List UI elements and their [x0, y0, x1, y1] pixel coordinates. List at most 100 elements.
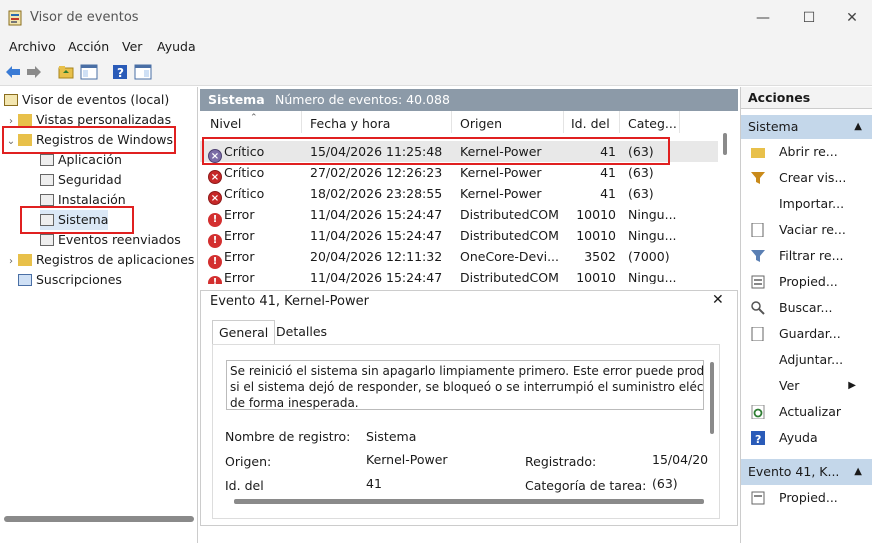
tab-label: General	[219, 325, 269, 340]
show-hide-actions-icon[interactable]	[134, 63, 152, 81]
log-header: Sistema Número de eventos: 40.088	[200, 89, 738, 111]
table-row[interactable]: ! Error 20/04/2026 12:11:32 OneCore-Devi.…	[200, 246, 718, 269]
help-icon: ?	[751, 431, 765, 445]
menu-archivo[interactable]: Archivo	[9, 39, 56, 54]
col-fecha[interactable]: Fecha y hora	[302, 111, 452, 133]
action-label: Ver	[779, 378, 800, 393]
action-label: Buscar...	[779, 300, 833, 315]
action-adjuntar[interactable]: Adjuntar...	[741, 347, 872, 373]
close-button[interactable]: ✕	[832, 0, 872, 36]
col-label: Origen	[460, 116, 502, 131]
action-buscar[interactable]: Buscar...	[741, 295, 872, 321]
table-row[interactable]: ! Error 11/04/2026 15:24:47 DistributedCO…	[200, 225, 718, 248]
action-ver[interactable]: Ver ▶	[741, 373, 872, 399]
cell-id: 10010	[576, 207, 616, 222]
actions-title: Acciones	[741, 87, 872, 109]
action-crear-vista[interactable]: Crear vis...	[741, 165, 872, 191]
detail-scroll-thumb[interactable]	[710, 362, 714, 434]
source-value: Kernel-Power	[366, 452, 448, 467]
scroll-thumb[interactable]	[723, 133, 727, 155]
grid-vscrollbar[interactable]	[718, 111, 738, 284]
tree-root[interactable]: Visor de eventos (local)	[4, 90, 169, 110]
menu-accion[interactable]: Acción	[68, 39, 109, 54]
tree-app-logs[interactable]: › Registros de aplicaciones	[4, 250, 194, 270]
tree-item-seguridad[interactable]: Seguridad	[40, 170, 122, 190]
action-filtrar[interactable]: Filtrar re...	[741, 243, 872, 269]
table-row[interactable]: ! Error 11/04/2026 15:24:47 DistributedCO…	[200, 267, 718, 284]
tree-hscrollbar[interactable]	[4, 516, 194, 522]
back-arrow-icon[interactable]	[4, 63, 22, 81]
action-label: Crear vis...	[779, 170, 847, 185]
folder-up-icon[interactable]	[57, 63, 75, 81]
col-origen[interactable]: Origen	[452, 111, 564, 133]
collapse-icon[interactable]: ▲	[854, 459, 862, 485]
folder-icon	[18, 254, 32, 266]
cell-id: 10010	[576, 270, 616, 284]
action-abrir[interactable]: Abrir re...	[741, 139, 872, 165]
cell-date: 27/02/2026 12:26:23	[310, 165, 443, 180]
open-folder-icon	[751, 148, 765, 158]
menu-ayuda[interactable]: Ayuda	[157, 39, 196, 54]
log-name-value: Sistema	[366, 429, 417, 444]
show-hide-tree-icon[interactable]	[80, 63, 98, 81]
table-row[interactable]: × Crítico 27/02/2026 12:26:23 Kernel-Powe…	[200, 162, 718, 184]
detail-hscrollbar[interactable]	[234, 499, 704, 504]
tree-subscriptions[interactable]: Suscripciones	[4, 270, 122, 290]
critical-icon: ×	[208, 170, 222, 184]
event-detail-title: Evento 41, Kernel-Power	[210, 294, 369, 309]
cell-level: Error	[224, 270, 255, 284]
log-icon	[40, 234, 54, 246]
action-label: Guardar...	[779, 326, 841, 341]
message-line: Se reinició el sistema sin apagarlo limp…	[230, 364, 704, 378]
cell-date: 11/04/2026 15:24:47	[310, 270, 443, 284]
action-actualizar[interactable]: Actualizar	[741, 399, 872, 425]
event-viewer-icon	[4, 94, 18, 106]
section-label: Evento 41, K...	[748, 464, 840, 479]
tab-general[interactable]: General	[212, 320, 276, 344]
tab-detalles[interactable]: Detalles	[270, 320, 333, 344]
action-propiedades[interactable]: Propied...	[741, 269, 872, 295]
action-importar[interactable]: Importar...	[741, 191, 872, 217]
col-id[interactable]: Id. del ...	[564, 111, 620, 157]
cell-source: Kernel-Power	[460, 165, 542, 180]
col-categoria[interactable]: Categ...	[620, 111, 680, 133]
action-guardar[interactable]: Guardar...	[741, 321, 872, 347]
tree-custom-label: Vistas personalizadas	[36, 112, 172, 127]
recorded-value: 15/04/20	[652, 452, 709, 467]
cell-id: 41	[600, 165, 616, 180]
collapse-icon[interactable]: ▲	[854, 115, 862, 139]
table-row[interactable]: ! Error 11/04/2026 15:24:47 DistributedCO…	[200, 204, 718, 227]
task-value: (63)	[652, 476, 678, 491]
search-icon	[751, 301, 765, 315]
chevron-right-icon[interactable]: ›	[4, 252, 18, 272]
maximize-button[interactable]: ☐	[786, 0, 832, 36]
window-title: Visor de eventos	[30, 10, 139, 25]
title-bar: Visor de eventos — ☐ ✕	[0, 0, 872, 36]
cell-category: (63)	[628, 165, 654, 180]
minimize-button[interactable]: —	[740, 0, 786, 36]
sort-up-icon: ⌃	[250, 113, 258, 123]
action-label: Vaciar re...	[779, 222, 846, 237]
tree-item-label: Aplicación	[58, 152, 122, 167]
cell-date: 20/04/2026 12:11:32	[310, 249, 443, 264]
close-icon[interactable]: ✕	[712, 292, 724, 308]
cell-date: 11/04/2026 15:24:47	[310, 228, 443, 243]
forward-arrow-icon[interactable]	[25, 63, 43, 81]
action-ayuda[interactable]: ? Ayuda	[741, 425, 872, 451]
action-label: Propied...	[779, 274, 838, 289]
svg-text:?: ?	[117, 66, 124, 80]
action-vaciar[interactable]: Vaciar re...	[741, 217, 872, 243]
error-icon: !	[208, 276, 222, 284]
message-line: de forma inesperada.	[230, 396, 359, 410]
actions-section-event[interactable]: Evento 41, K... ▲	[741, 459, 872, 485]
cell-id: 41	[600, 186, 616, 201]
help-icon[interactable]: ?	[111, 63, 129, 81]
tree-root-label: Visor de eventos (local)	[22, 92, 170, 107]
refresh-icon	[751, 405, 765, 419]
actions-section-sistema[interactable]: Sistema ▲	[741, 115, 872, 139]
menu-ver[interactable]: Ver	[122, 39, 142, 54]
cell-date: 18/02/2026 23:28:55	[310, 186, 443, 201]
event-viewer-app-icon	[8, 10, 22, 26]
action-event-propiedades[interactable]: Propied...	[741, 485, 872, 511]
table-row[interactable]: × Crítico 18/02/2026 23:28:55 Kernel-Powe…	[200, 183, 718, 205]
